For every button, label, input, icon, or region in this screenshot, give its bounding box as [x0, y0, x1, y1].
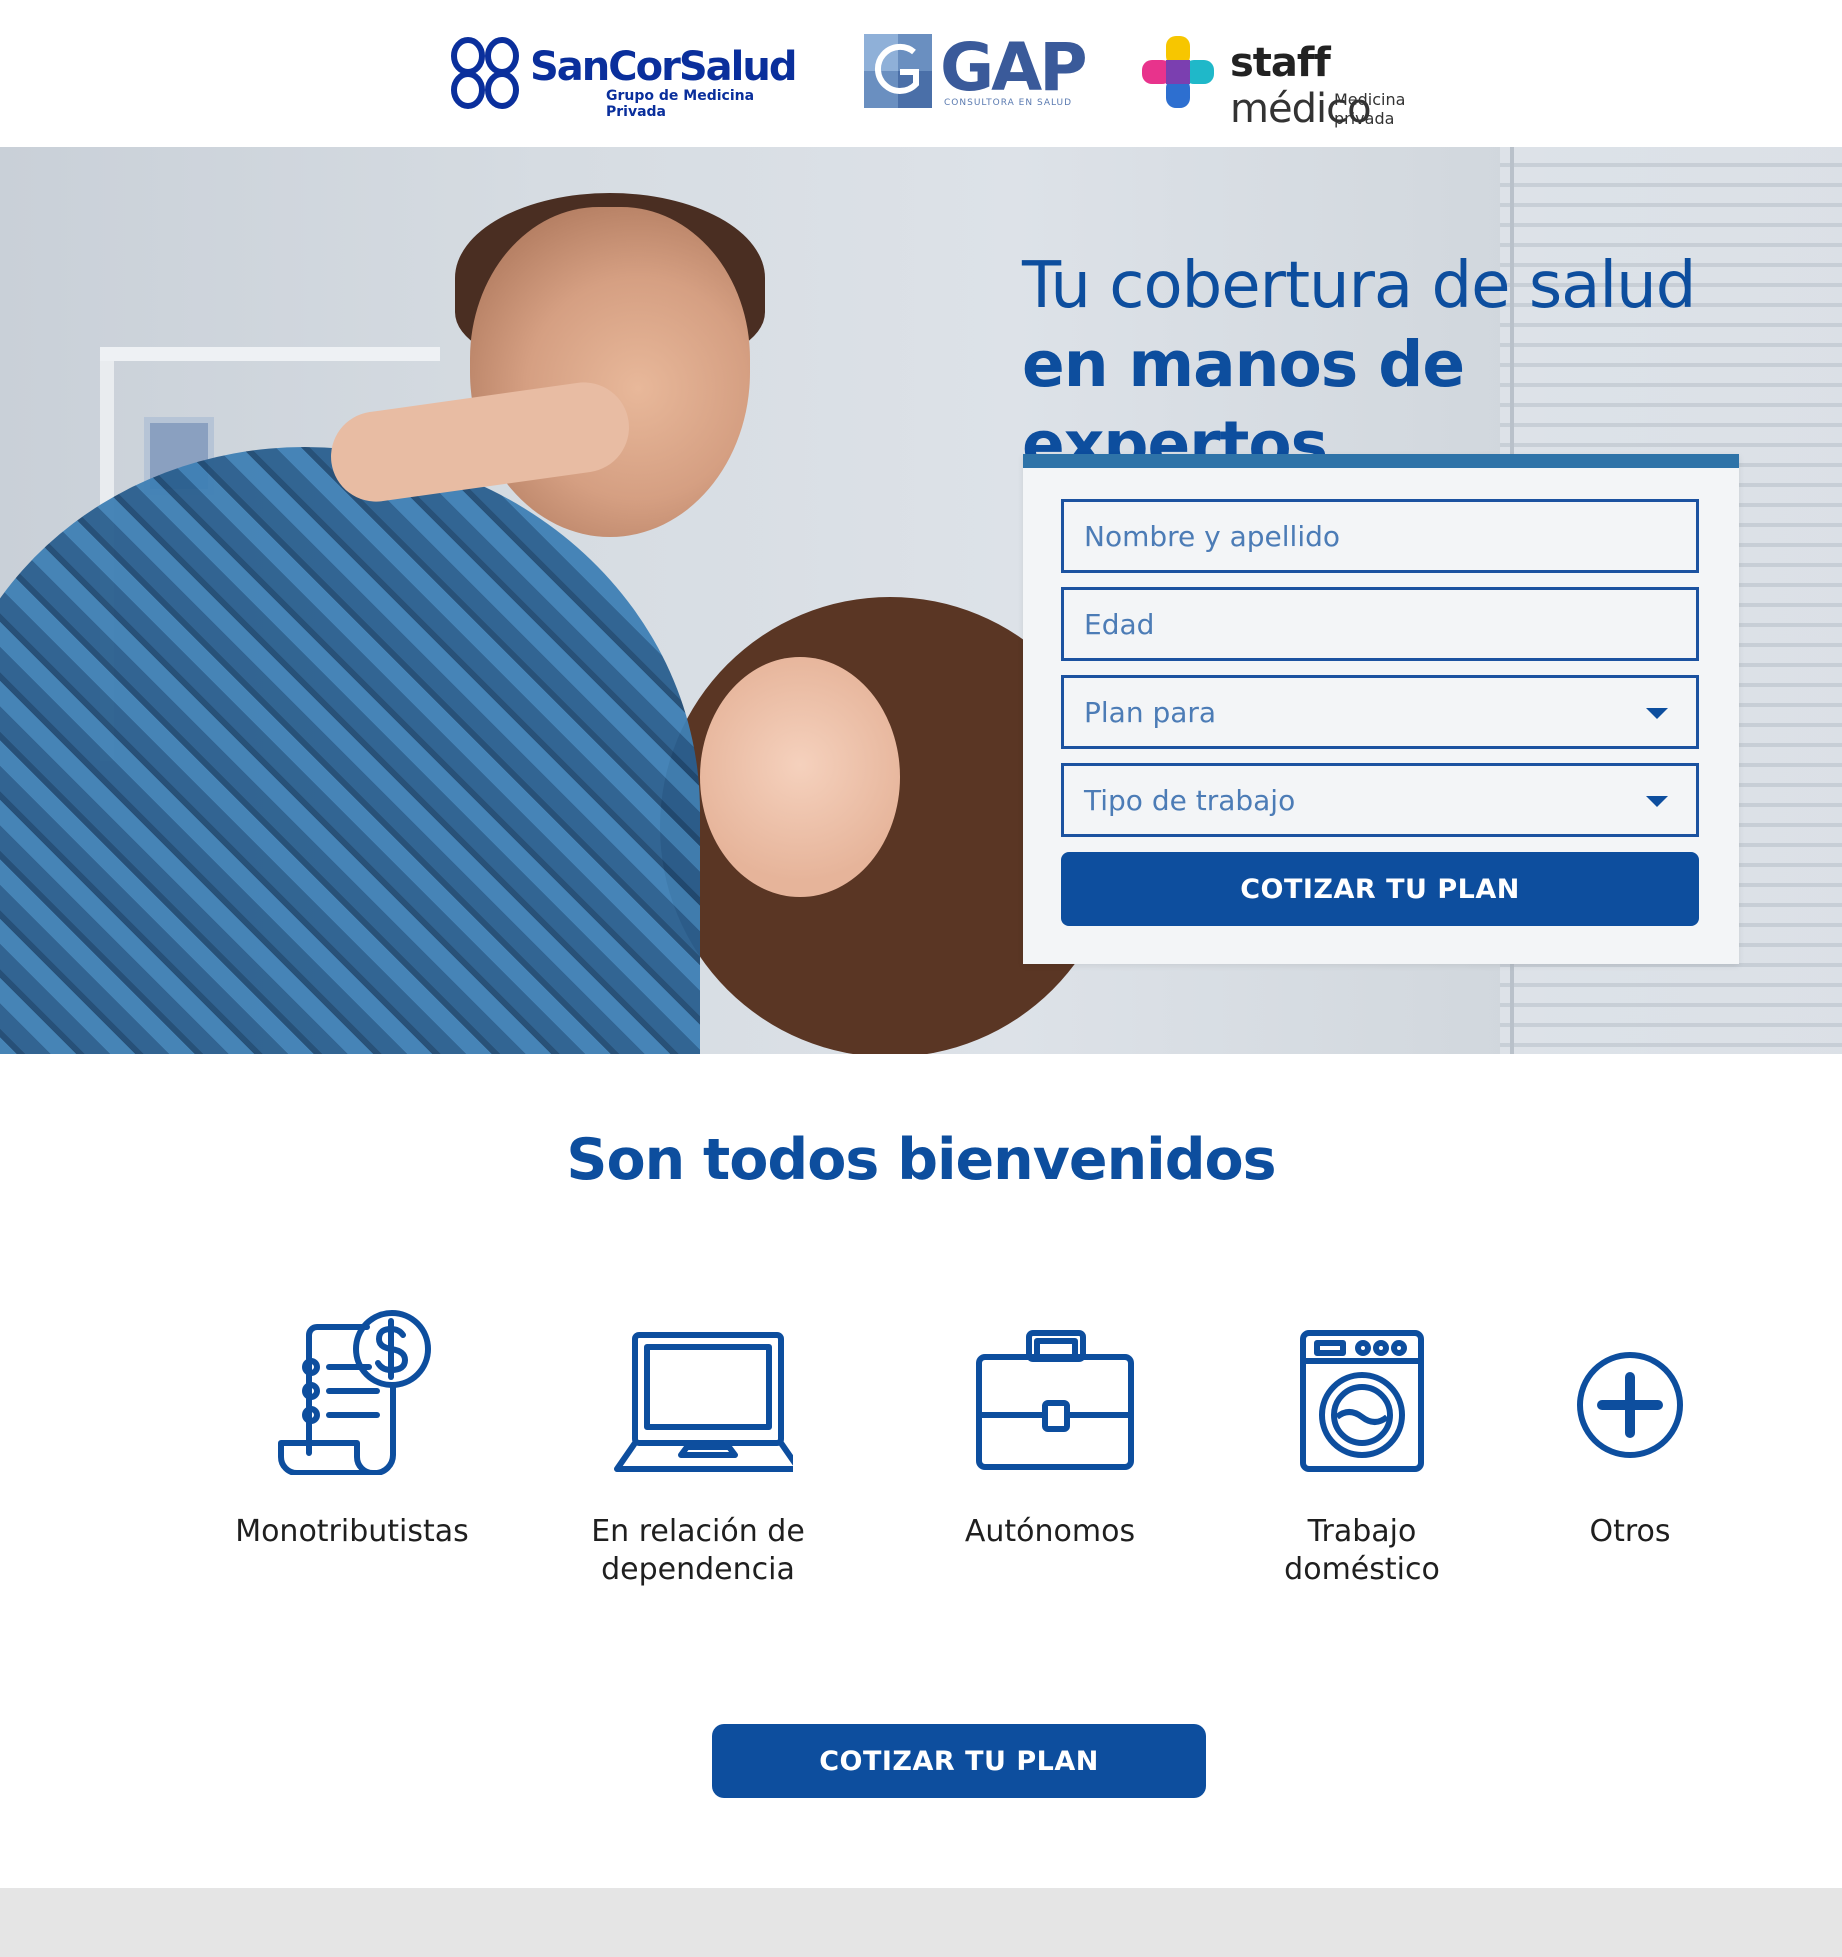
invoice-dollar-icon [278, 1310, 431, 1475]
laptop-icon [614, 1332, 793, 1472]
staff-medico-subtitle: Medicina privada [1334, 90, 1406, 128]
name-field[interactable] [1061, 499, 1699, 573]
category-monotributistas: Monotributistas [202, 1305, 502, 1551]
hero-section: Tu cobertura de salud en manos de expert… [0, 147, 1842, 1054]
gap-subtitle: CONSULTORA EN SALUD [944, 98, 1073, 108]
plan-for-select[interactable]: Plan para [1061, 675, 1699, 749]
colorful-cross-icon [1142, 36, 1214, 108]
photo-man-face [470, 207, 750, 537]
welcome-title-regular: Son todos [566, 1127, 879, 1193]
gap-logo[interactable]: GAP CONSULTORA EN SALUD [864, 32, 1088, 116]
plan-for-value: Plan para [1084, 695, 1217, 729]
category-label: Otros [1589, 1514, 1671, 1549]
category-label: En relación de dependencia [591, 1514, 805, 1587]
category-trabajo-domestico: Trabajo doméstico [1212, 1305, 1512, 1589]
background-shelf [100, 347, 440, 361]
washing-machine-icon [1300, 1330, 1424, 1472]
age-input[interactable] [1084, 607, 1696, 641]
category-autonomos: Autónomos [900, 1305, 1200, 1551]
welcome-title-bold: bienvenidos [897, 1127, 1276, 1193]
sancor-subtitle: Grupo de Medicina Privada [606, 88, 755, 120]
category-label: Monotributistas [235, 1514, 469, 1549]
quote-form: Plan para Tipo de trabajo COTIZAR TU PLA… [1023, 454, 1739, 964]
welcome-title: Son todos bienvenidos [0, 1122, 1842, 1198]
photo-girl-face [700, 657, 900, 897]
gap-name: GAP [940, 29, 1088, 106]
cta-quote-button[interactable]: COTIZAR TU PLAN [712, 1724, 1206, 1798]
chevron-down-icon [1646, 796, 1668, 807]
category-en-relacion-de-dependencia: En relación de dependencia [548, 1305, 848, 1589]
work-type-value: Tipo de trabajo [1084, 783, 1296, 817]
category-label: Trabajo doméstico [1284, 1514, 1440, 1587]
age-field[interactable] [1061, 587, 1699, 661]
photo-man-shirt [0, 447, 700, 1054]
staff-medico-logo[interactable]: staff médico Medicina privada [1142, 32, 1467, 132]
sancorsalud-logo[interactable]: SanCorSalud Grupo de Medicina Privada [446, 32, 797, 120]
work-type-select[interactable]: Tipo de trabajo [1061, 763, 1699, 837]
hero-title: Tu cobertura de salud en manos de expert… [1022, 247, 1782, 485]
chevron-down-icon [1646, 708, 1668, 719]
plus-circle-icon [1577, 1352, 1683, 1458]
footer [0, 1888, 1842, 1957]
category-label: Autónomos [964, 1514, 1136, 1549]
hero-title-line1: Tu cobertura de salud [1022, 249, 1696, 323]
sancor-name: SanCorSalud [530, 44, 797, 90]
quote-submit-button[interactable]: COTIZAR TU PLAN [1061, 852, 1699, 926]
gap-mark-icon [864, 34, 932, 108]
header: SanCorSalud Grupo de Medicina Privada GA… [0, 0, 1842, 147]
name-input[interactable] [1084, 519, 1696, 553]
briefcase-icon [976, 1330, 1134, 1470]
sancor-rings-icon [451, 37, 519, 109]
category-otros: Otros [1480, 1305, 1780, 1551]
